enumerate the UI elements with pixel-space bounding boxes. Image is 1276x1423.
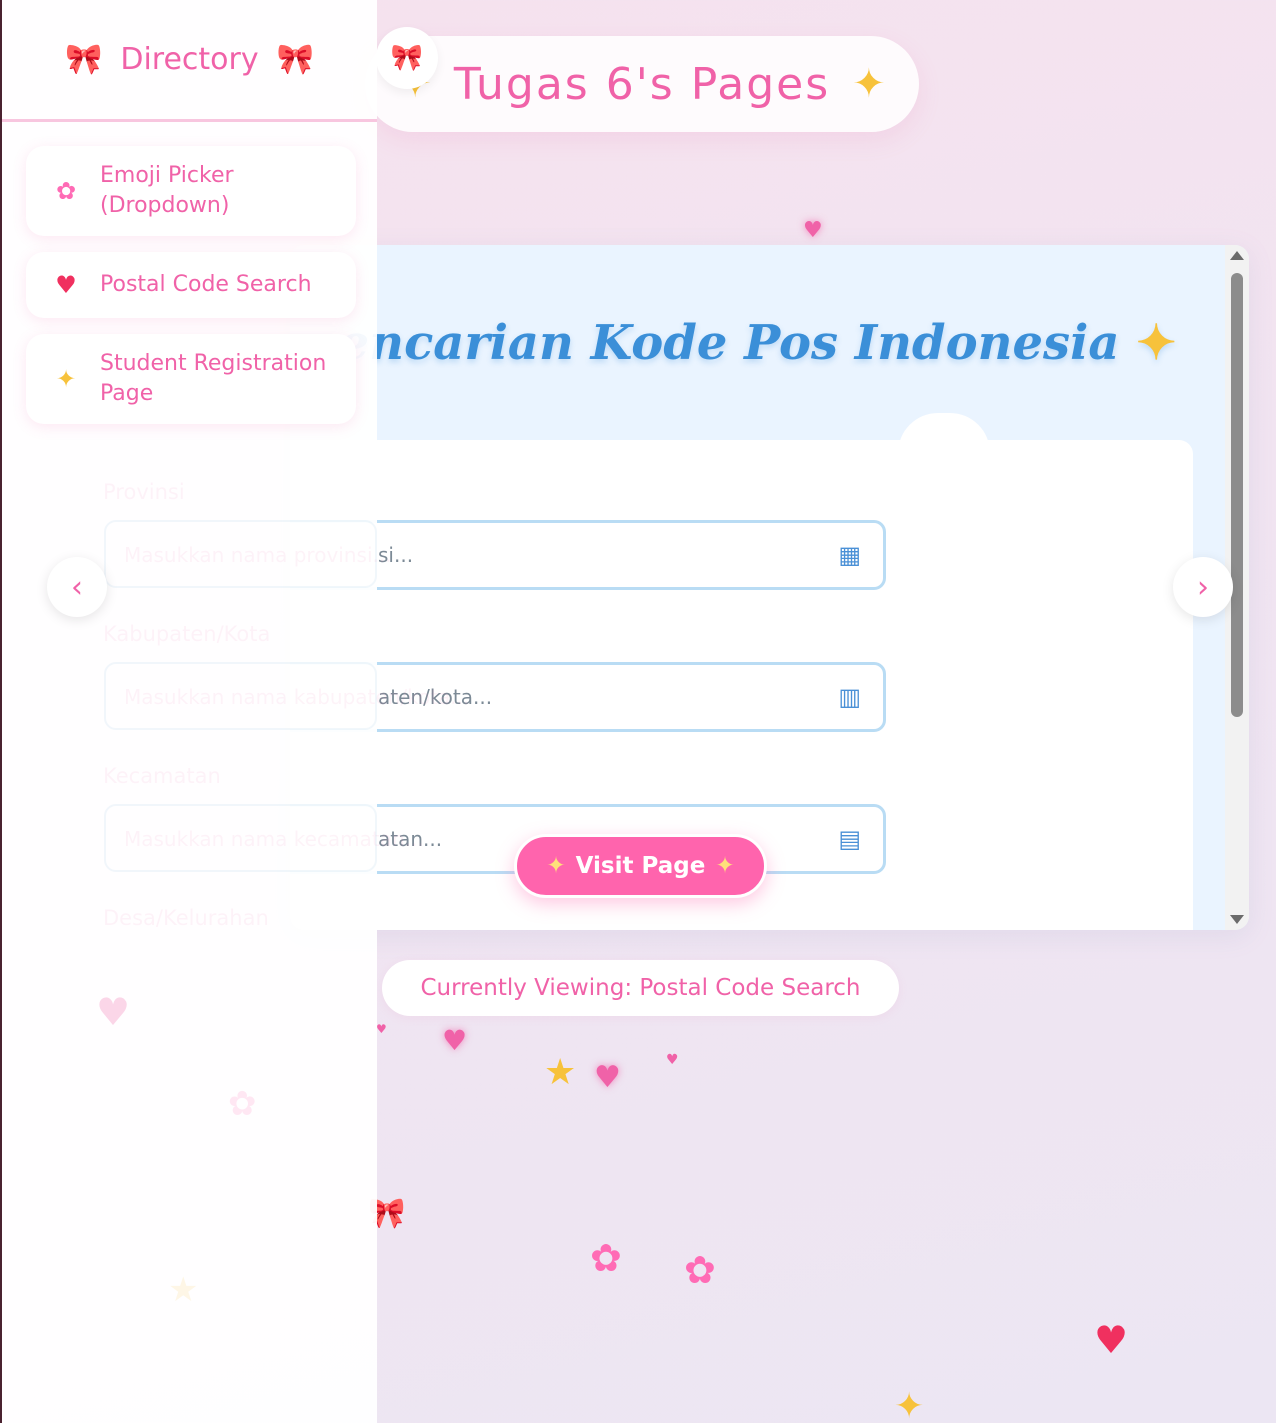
star-icon: ★ <box>168 1270 199 1310</box>
heart-icon: ♥ <box>96 990 131 1034</box>
scroll-down-icon[interactable] <box>1230 915 1244 924</box>
cherry-blossom-icon: ✿ <box>590 1236 622 1280</box>
sidebar-item-label: Emoji Picker (Dropdown) <box>100 163 234 218</box>
visit-page-button[interactable]: ✦ Visit Page ✦ <box>514 834 767 898</box>
sparkles-icon: ✦ <box>55 365 77 393</box>
heart-icon: ♥ <box>803 218 823 243</box>
sparkles-icon: ✦ <box>1136 315 1177 371</box>
regency-label: Kabupaten/Kota <box>103 622 271 646</box>
district-label: Kecamatan <box>103 764 221 788</box>
cherry-blossom-icon: ✿ <box>684 1248 716 1292</box>
heart-icon: ♥ <box>594 1060 621 1095</box>
sparkling-heart-icon: ♥ <box>55 271 77 299</box>
sparkles-icon: ✦ <box>715 853 735 879</box>
sparkles-icon: ✦ <box>546 853 566 879</box>
heart-icon: ♥ <box>442 1024 468 1057</box>
sidebar-item-emoji-picker[interactable]: ✿ Emoji Picker (Dropdown) <box>26 146 356 236</box>
chevron-left-icon: ‹ <box>71 569 83 605</box>
sidebar-title: Directory <box>120 42 259 77</box>
sidebar-item-postal-code[interactable]: ♥ Postal Code Search <box>26 252 356 318</box>
map-icon: ▦ <box>838 541 861 569</box>
district-placeholder-full: Masukkan nama kecamatan... <box>124 827 424 851</box>
city-icon: ▥ <box>838 683 861 711</box>
building-icon: ▤ <box>838 825 861 853</box>
village-label: Desa/Kelurahan <box>103 906 269 930</box>
sparkles-icon: ✦ <box>894 1386 925 1423</box>
province-placeholder-full: Masukkan nama provinsi... <box>124 543 392 567</box>
next-page-button[interactable]: › <box>1173 557 1233 617</box>
sidebar-item-student-registration[interactable]: ✦ Student Registration Page <box>26 334 356 424</box>
sidebar-header: 🎀 Directory 🎀 <box>2 0 377 122</box>
ribbon-bow-icon: 🎀 <box>276 42 314 77</box>
chevron-right-icon: › <box>1197 569 1209 605</box>
star-icon: ★ <box>544 1052 577 1093</box>
preview-title: encarian Kode Pos Indonesia ✦ <box>338 315 1177 371</box>
scroll-up-icon[interactable] <box>1230 251 1244 260</box>
page-title: Tugas 6's Pages <box>453 58 831 110</box>
ribbon-bow-icon: 🎀 <box>376 27 438 89</box>
currently-viewing-badge: Currently Viewing: Postal Code Search <box>382 960 899 1016</box>
previous-page-button[interactable]: ‹ <box>47 557 107 617</box>
heart-icon: ♥ <box>666 1052 679 1068</box>
sparkles-icon: ✦ <box>852 61 886 107</box>
regency-placeholder-full: Masukkan nama kabupaten/kota... <box>124 685 470 709</box>
scroll-thumb[interactable] <box>1231 273 1243 717</box>
currently-viewing-text: Currently Viewing: Postal Code Search <box>420 975 861 1001</box>
sparkling-heart-icon: ♥ <box>1094 1318 1129 1362</box>
cherry-blossom-icon: ✿ <box>55 177 77 205</box>
ribbon-bow-icon: 🎀 <box>65 42 103 77</box>
province-label: Provinsi <box>103 480 185 504</box>
sidebar-item-label: Student Registration Page <box>100 351 327 406</box>
sidebar-item-label: Postal Code Search <box>100 272 312 297</box>
cherry-blossom-icon: ✿ <box>228 1084 257 1124</box>
page-header: ✦ Tugas 6's Pages ✦ <box>365 36 919 132</box>
heart-icon: ♥ <box>376 1022 387 1036</box>
visit-page-label: Visit Page <box>575 853 706 879</box>
